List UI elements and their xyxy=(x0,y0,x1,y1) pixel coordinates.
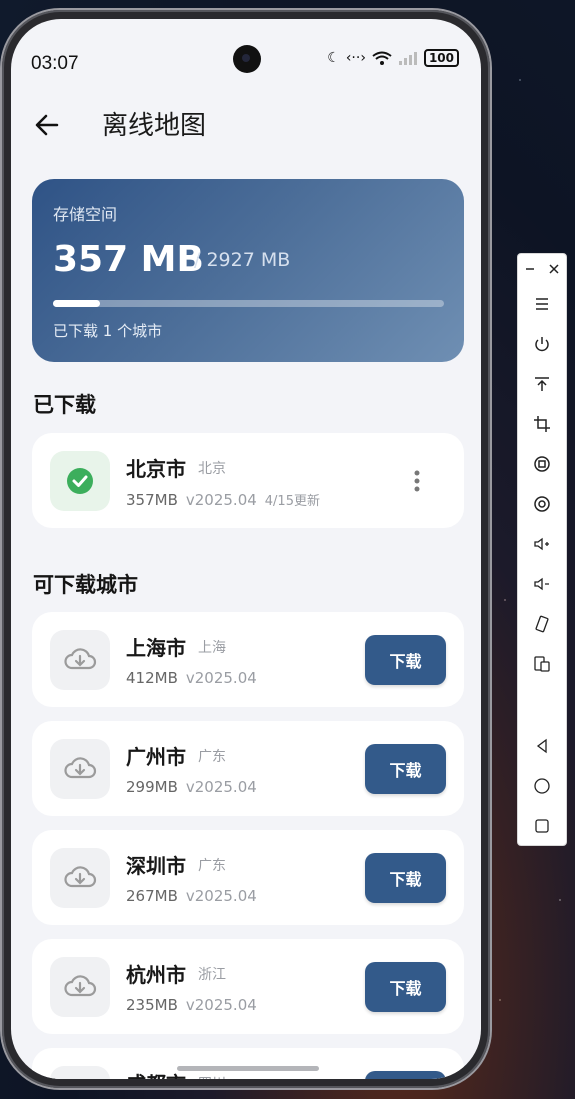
available-city-card[interactable]: 广州市 广东 299MB v2025.04 下载 xyxy=(32,721,464,816)
province-name: 上海 xyxy=(198,640,226,656)
update-date: 4/15更新 xyxy=(264,494,320,509)
emulator-toolbar xyxy=(517,253,567,846)
downloaded-city-card[interactable]: 北京市 北京 357MB v2025.04 4/15更新 xyxy=(32,433,464,528)
province-name: 广东 xyxy=(198,858,226,874)
rotate-icon[interactable] xyxy=(518,609,566,639)
storage-progress-bar xyxy=(53,300,444,307)
province-name: 北京 xyxy=(198,461,226,477)
moon-icon: ☾ xyxy=(327,50,340,66)
download-button[interactable]: 下载 xyxy=(365,635,446,685)
city-meta: 299MB v2025.04 xyxy=(126,778,257,796)
city-name: 深圳市 xyxy=(126,854,186,878)
status-icons: ☾ ‹··› 100 xyxy=(327,49,459,67)
front-camera xyxy=(233,45,261,73)
storage-card: 存储空间 357 MB / 2927 MB 已下载 1 个城市 xyxy=(32,179,464,362)
city-name: 杭州市 xyxy=(126,963,186,987)
downloaded-count: 已下载 1 个城市 xyxy=(53,322,163,340)
map-size: 299MB xyxy=(126,778,178,796)
phone-frame: 03:07 ☾ ‹··› 100 离线地图 存储空间 357 MB / 2927… xyxy=(2,10,490,1088)
crop-icon[interactable] xyxy=(518,409,566,439)
home-nav-icon[interactable] xyxy=(518,771,566,801)
map-version: v2025.04 xyxy=(185,887,257,905)
back-nav-icon[interactable] xyxy=(518,731,566,761)
city-thumbnail xyxy=(50,957,110,1017)
download-button[interactable]: 下载 xyxy=(365,744,446,794)
record-icon[interactable] xyxy=(518,489,566,519)
city-thumbnail xyxy=(50,739,110,799)
map-size: 357MB xyxy=(126,491,178,509)
screenshot-icon[interactable] xyxy=(518,449,566,479)
available-city-card[interactable]: 成都市 四川 下载 xyxy=(32,1048,464,1079)
upload-icon[interactable] xyxy=(518,369,566,399)
map-size: 412MB xyxy=(126,669,178,687)
city-name: 上海市 xyxy=(126,636,186,660)
available-city-card[interactable]: 杭州市 浙江 235MB v2025.04 下载 xyxy=(32,939,464,1034)
map-version: v2025.04 xyxy=(185,996,257,1014)
city-meta: 267MB v2025.04 xyxy=(126,887,257,905)
close-icon[interactable] xyxy=(542,254,566,284)
city-meta: 235MB v2025.04 xyxy=(126,996,257,1014)
power-icon[interactable] xyxy=(518,329,566,359)
city-thumbnail xyxy=(50,630,110,690)
map-version: v2025.04 xyxy=(185,491,257,509)
available-city-card[interactable]: 深圳市 广东 267MB v2025.04 下载 xyxy=(32,830,464,925)
city-meta: 357MB v2025.04 4/15更新 xyxy=(126,490,320,509)
phone-screen: 03:07 ☾ ‹··› 100 离线地图 存储空间 357 MB / 2927… xyxy=(11,19,481,1079)
volume-up-icon[interactable] xyxy=(518,529,566,559)
minimize-icon[interactable] xyxy=(518,254,542,284)
cloud-download-icon xyxy=(64,866,97,888)
city-meta: 412MB v2025.04 xyxy=(126,669,257,687)
recents-nav-icon[interactable] xyxy=(518,811,566,841)
download-button[interactable]: 下载 xyxy=(365,962,446,1012)
downloaded-section-title: 已下载 xyxy=(33,393,96,417)
map-version: v2025.04 xyxy=(185,778,257,796)
back-arrow-icon[interactable] xyxy=(31,109,63,141)
storage-label: 存储空间 xyxy=(53,205,118,224)
cloud-download-icon xyxy=(64,648,97,670)
more-options-icon[interactable] xyxy=(414,469,420,493)
available-section-title: 可下载城市 xyxy=(33,573,138,597)
map-size: 267MB xyxy=(126,887,178,905)
map-size: 235MB xyxy=(126,996,178,1014)
home-indicator[interactable] xyxy=(177,1066,319,1071)
map-version: v2025.04 xyxy=(185,669,257,687)
download-button[interactable]: 下载 xyxy=(365,853,446,903)
status-time: 03:07 xyxy=(31,53,79,74)
data-transfer-icon: ‹··› xyxy=(345,50,366,66)
storage-total: / 2927 MB xyxy=(194,249,291,271)
battery-icon: 100 xyxy=(423,49,459,67)
available-city-card[interactable]: 上海市 上海 412MB v2025.04 下载 xyxy=(32,612,464,707)
menu-icon[interactable] xyxy=(518,289,566,319)
storage-used: 357 MB xyxy=(53,239,204,280)
page-title: 离线地图 xyxy=(102,110,207,140)
app-header: 离线地图 xyxy=(11,105,481,155)
signal-icon xyxy=(398,52,417,65)
province-name: 广东 xyxy=(198,749,226,765)
status-bar: 03:07 ☾ ‹··› 100 xyxy=(11,19,481,75)
wifi-icon xyxy=(372,51,392,65)
city-name: 广州市 xyxy=(126,745,186,769)
download-button[interactable]: 下载 xyxy=(365,1071,446,1079)
cloud-download-icon xyxy=(64,757,97,779)
storage-progress-fill xyxy=(53,300,100,307)
city-name: 北京市 xyxy=(126,457,186,481)
city-thumbnail xyxy=(50,848,110,908)
device-icon[interactable] xyxy=(518,649,566,679)
city-thumbnail xyxy=(50,451,110,511)
check-circle-icon xyxy=(67,468,93,494)
province-name: 浙江 xyxy=(198,967,226,983)
volume-down-icon[interactable] xyxy=(518,569,566,599)
city-thumbnail xyxy=(50,1066,110,1079)
province-name: 四川 xyxy=(198,1073,226,1079)
cloud-download-icon xyxy=(64,975,97,997)
